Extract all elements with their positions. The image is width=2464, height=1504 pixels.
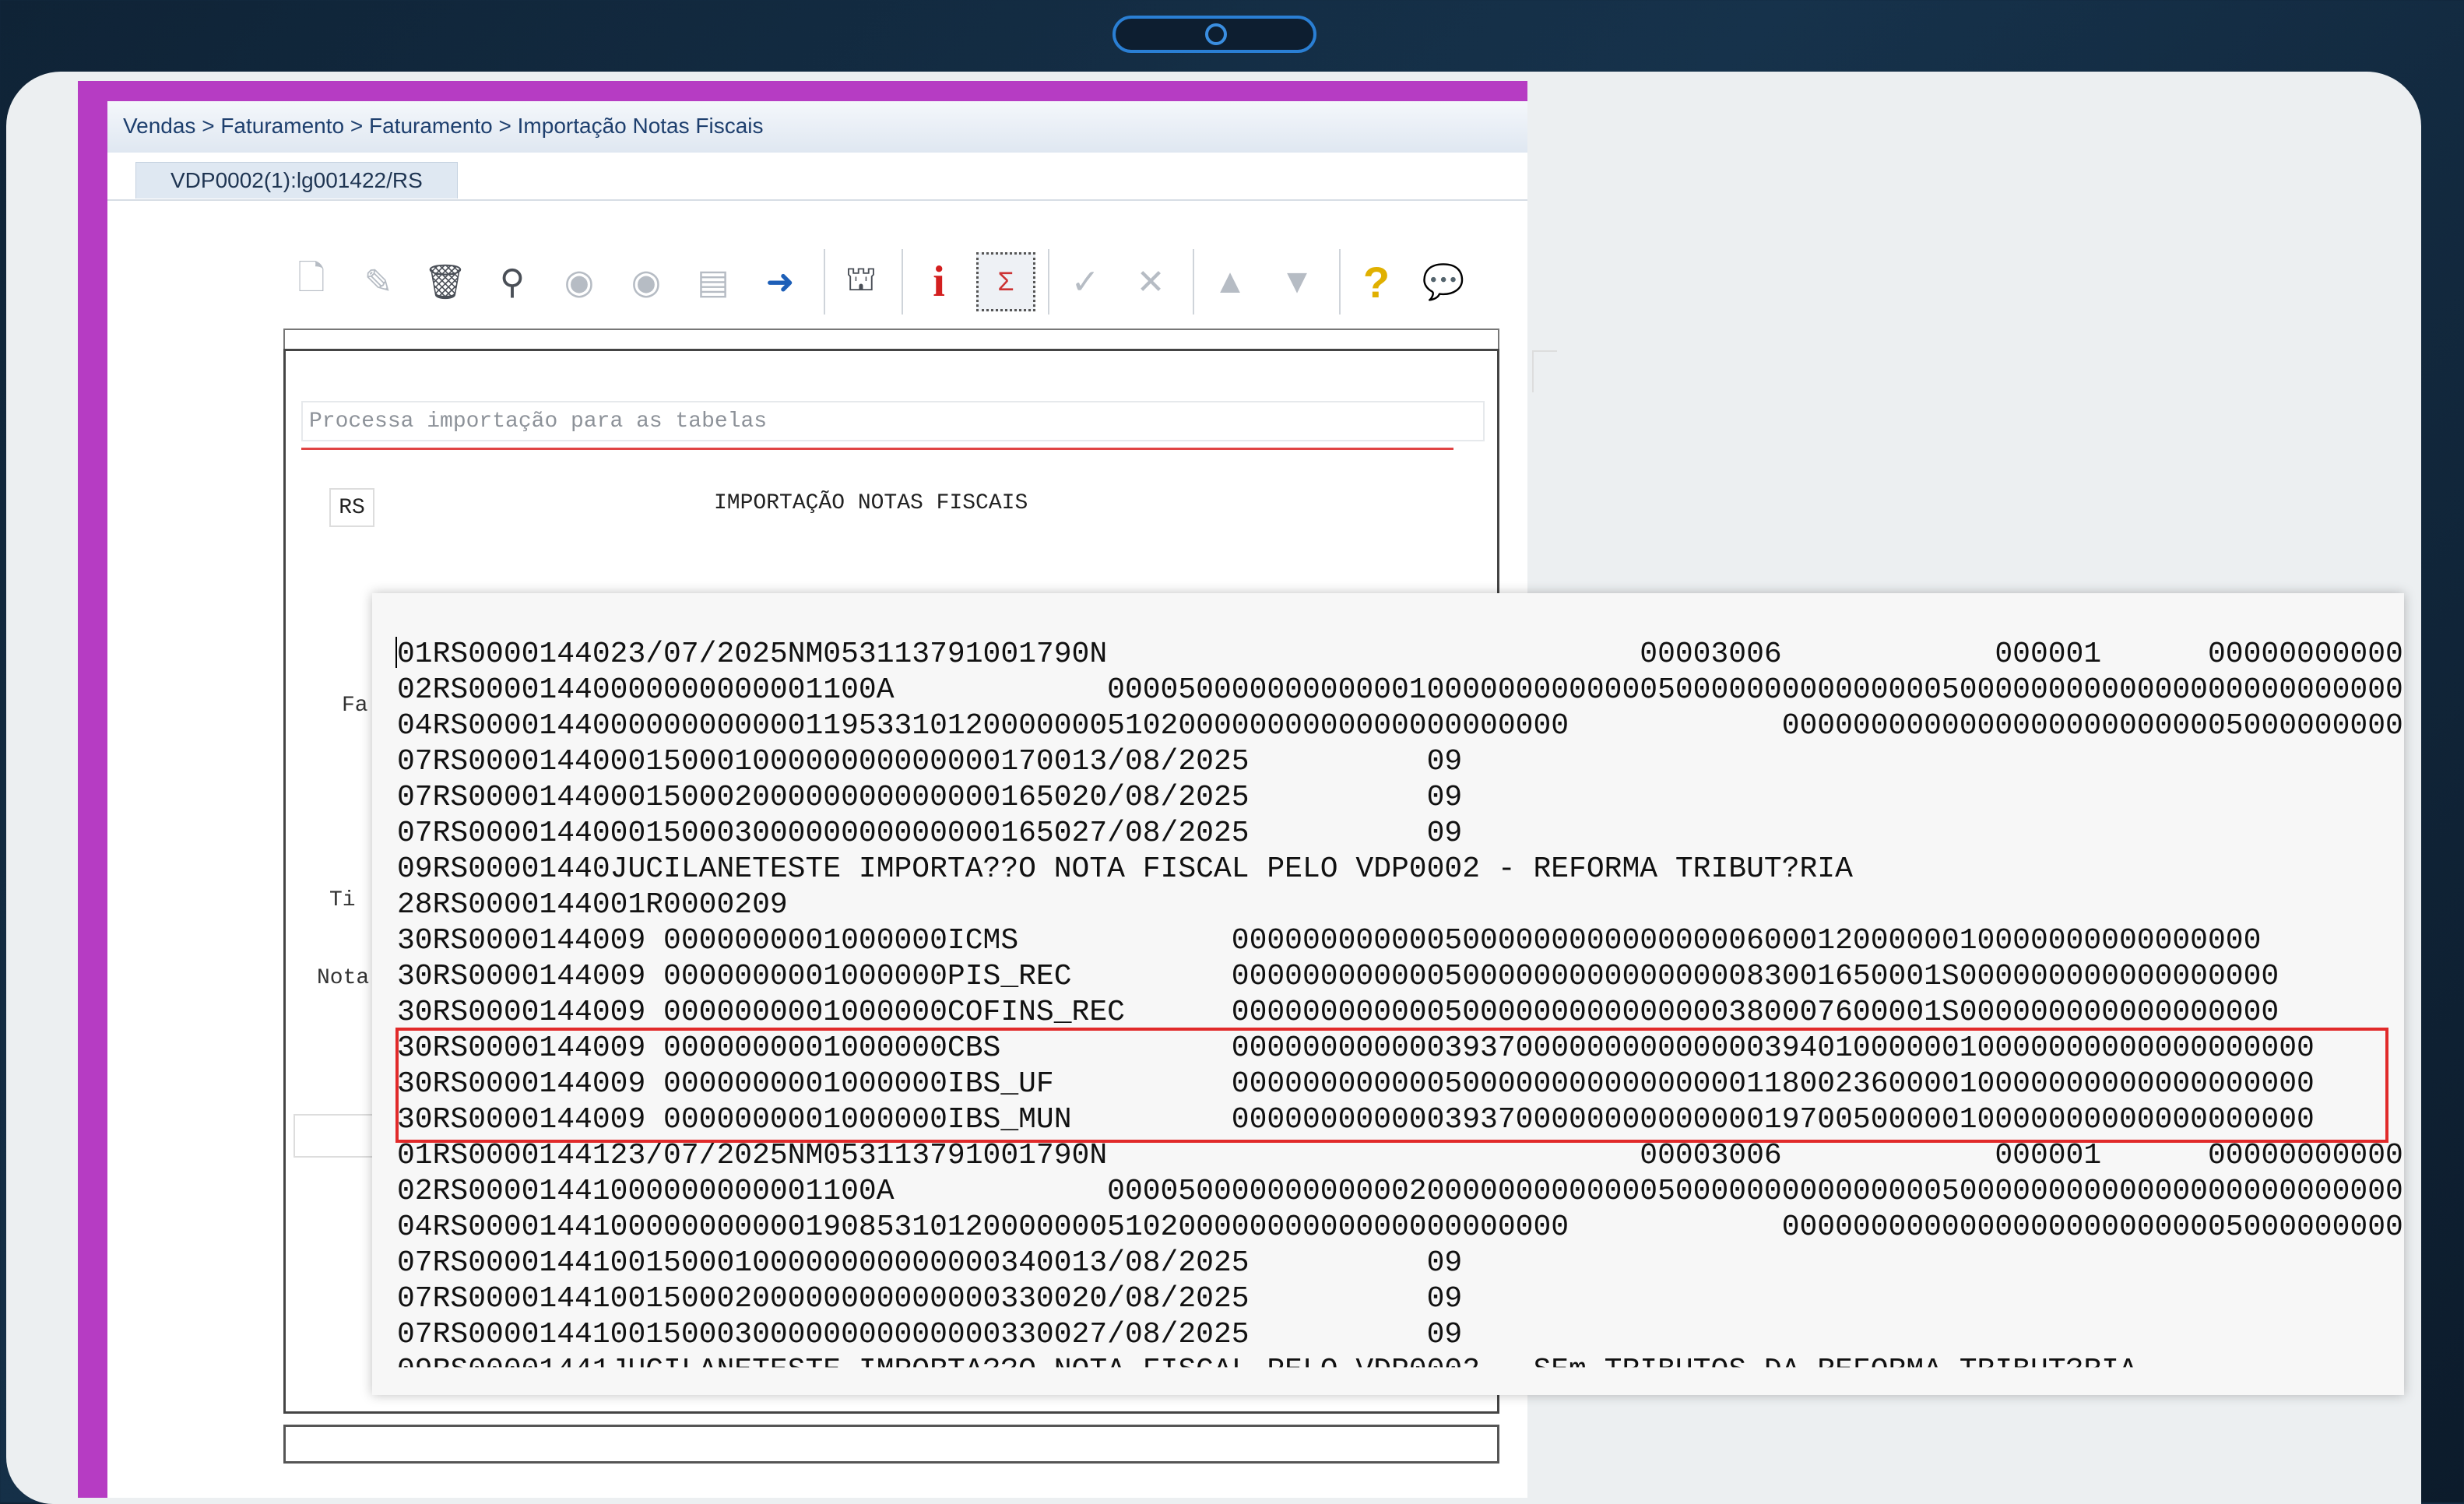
file-line: 30RS0000144009 0000000001000000COFINS_RE… [397,996,2279,1029]
breadcrumb-bar: Vendas > Faturamento > Faturamento > Imp… [107,101,1527,154]
message-balloon-icon[interactable]: 💬 [1418,257,1468,307]
file-line: 30RS0000144009 0000000001000000PIS_REC 0… [397,960,2279,993]
move-up-icon[interactable]: ▲ [1205,257,1255,307]
label-tipo: Ti [329,888,356,912]
bottom-status-field [283,1425,1499,1464]
file-line: 04RS000014410000000000019085310120000000… [397,1211,2403,1244]
divider [301,448,1453,450]
print-icon[interactable]: ▤ [688,257,738,307]
status-message: Processa importação para as tabelas [301,401,1485,441]
file-line: 07RS000014410015000200000000000000330020… [397,1282,1463,1316]
move-down-icon[interactable]: ▼ [1272,257,1322,307]
label-nota: Nota [317,966,370,990]
file-line: 04RS000014400000000000011953310120000000… [397,709,2403,743]
previous-icon[interactable]: ◉ [554,257,604,307]
file-line: 07RS000014400015000200000000000000165020… [397,781,1463,814]
cancel-icon[interactable]: ✕ [1126,257,1176,307]
file-line: 30RS0000144009 0000000001000000IBS_UF 00… [397,1067,2315,1101]
device-camera-pill [1112,16,1316,53]
help-icon[interactable]: ? [1352,257,1401,307]
file-line: 01RS0000144023/07/2025NM053113791001790N… [397,638,2404,671]
file-line: 07RS000014400015000300000000000000165027… [397,817,1463,850]
file-line: 07RS000014410015000300000000000000330027… [397,1318,1463,1351]
file-line: 09RS00001440JUCILANETESTE IMPORTA??O NOT… [397,852,1853,886]
info-icon[interactable]: i [914,257,964,307]
company-code-field[interactable]: RS [329,488,374,527]
form-header-frame [283,329,1499,350]
binoculars-icon[interactable]: ⛫ [836,257,886,307]
edit-icon[interactable]: ✎ [353,257,403,307]
next-icon[interactable]: ◉ [621,257,671,307]
file-line: 07RS000014400015000100000000000000170013… [397,745,1463,778]
toolbar: 🗋 ✎ 🗑 ⚲ ◉ ◉ ▤ ➜ ⛫ i Σ ✓ ✕ ▲ ▼ ? 💬 [286,240,1478,318]
breadcrumb[interactable]: Vendas > Faturamento > Faturamento > Imp… [123,114,764,139]
file-line: 30RS0000144009 0000000001000000CBS 00000… [397,1031,2315,1065]
tab-strip: VDP0002(1):lg001422/RS [107,153,1527,201]
toolbar-separator [1193,249,1194,315]
file-line: 30RS0000144009 0000000001000000ICMS 0000… [397,924,2262,958]
file-line: 28RS0000144001R0000209 [397,888,788,922]
toolbar-separator [1048,249,1049,315]
file-line: 09RS00001441JUCILANETESTE IMPORTA??O NOT… [397,1354,2137,1387]
toolbar-separator [1339,249,1341,315]
form-title: IMPORTAÇÃO NOTAS FISCAIS [714,491,1028,515]
file-line: 02RS00001440000000000001100A 00005000000… [397,673,2404,707]
panel-edge [1532,350,1557,392]
file-content-viewer[interactable]: 01RS0000144023/07/2025NM053113791001790N… [372,593,2404,1395]
label-fa: Fa [342,694,368,718]
toolbar-separator [824,249,825,315]
toolbar-separator [902,249,903,315]
search-icon[interactable]: ⚲ [487,257,537,307]
confirm-check-icon[interactable]: ✓ [1060,257,1110,307]
export-icon[interactable]: ➜ [755,257,805,307]
file-line: 30RS0000144009 0000000001000000IBS_MUN 0… [397,1103,2315,1137]
delete-trash-icon[interactable]: 🗑 [420,257,470,307]
tab-vdp0002[interactable]: VDP0002(1):lg001422/RS [135,162,458,199]
camera-icon [1205,23,1227,45]
program-icon[interactable]: Σ [976,252,1035,311]
file-line: 02RS00001441000000000001100A 00005000000… [397,1175,2404,1208]
device-screen: Vendas > Faturamento > Faturamento > Imp… [6,72,2421,1504]
file-line: 01RS0000144123/07/2025NM053113791001790N… [397,1139,2404,1172]
file-line: 07RS000014410015000100000000000000340013… [397,1246,1463,1280]
new-document-icon[interactable]: 🗋 [286,257,336,307]
